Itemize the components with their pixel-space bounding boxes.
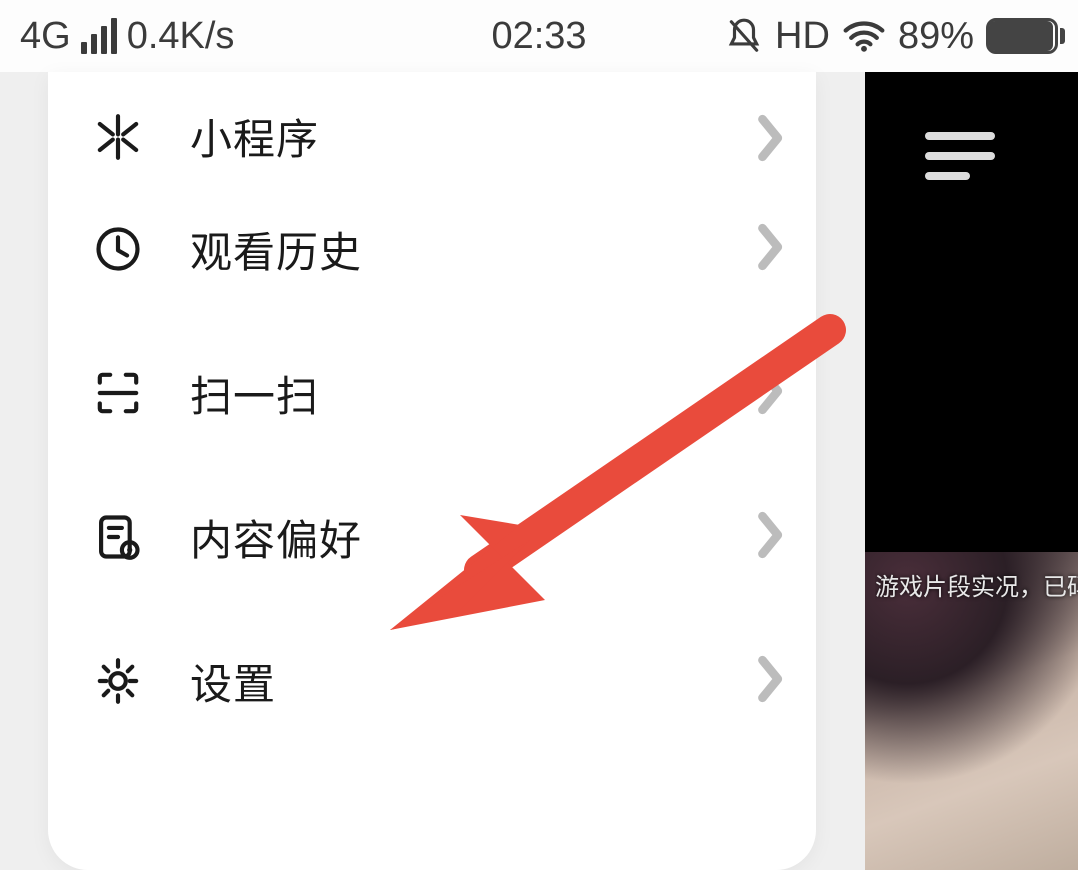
mini-program-icon	[88, 107, 148, 167]
network-type: 4G	[20, 15, 71, 58]
chevron-right-icon	[756, 655, 786, 708]
data-speed: 0.4K/s	[127, 15, 235, 58]
battery-pct: 89%	[898, 15, 974, 58]
content-pref-icon	[88, 507, 148, 567]
clock: 02:33	[491, 15, 586, 58]
settings-icon	[88, 651, 148, 711]
panel-backdrop: 小程序 观看历史 扫一扫 内容偏好	[0, 72, 865, 870]
status-right: HD 89%	[725, 15, 1058, 58]
menu-item-label: 设置	[190, 651, 276, 712]
background-caption: 游戏片段实况，已码，	[875, 567, 1078, 602]
menu-item-content-pref[interactable]: 内容偏好	[48, 465, 816, 609]
side-menu-panel: 小程序 观看历史 扫一扫 内容偏好	[48, 72, 816, 870]
chevron-right-icon	[756, 511, 786, 564]
battery-icon	[986, 18, 1058, 54]
hd-label: HD	[775, 15, 830, 58]
menu-item-scan[interactable]: 扫一扫	[48, 321, 816, 465]
scan-icon	[88, 363, 148, 423]
menu-item-label: 小程序	[190, 106, 319, 167]
menu-item-label: 观看历史	[190, 219, 362, 280]
history-icon	[88, 219, 148, 279]
menu-item-watch-history[interactable]: 观看历史	[48, 177, 816, 321]
signal-icon	[81, 18, 117, 54]
menu-item-settings[interactable]: 设置	[48, 609, 816, 753]
background-video-thumbnail: 游戏片段实况，已码，	[865, 552, 1078, 870]
wifi-icon	[842, 19, 886, 53]
menu-item-label: 内容偏好	[190, 507, 362, 568]
status-left: 4G 0.4K/s	[20, 15, 234, 58]
mute-icon	[725, 16, 763, 56]
background-app-strip: 游戏片段实况，已码，	[865, 72, 1078, 870]
menu-item-label: 扫一扫	[190, 363, 319, 424]
menu-icon[interactable]	[925, 132, 1005, 182]
status-bar: 4G 0.4K/s 02:33 HD 89%	[0, 0, 1078, 72]
chevron-right-icon	[756, 223, 786, 276]
chevron-right-icon	[756, 114, 786, 167]
chevron-right-icon	[756, 367, 786, 420]
menu-item-mini-program[interactable]: 小程序	[48, 72, 816, 177]
